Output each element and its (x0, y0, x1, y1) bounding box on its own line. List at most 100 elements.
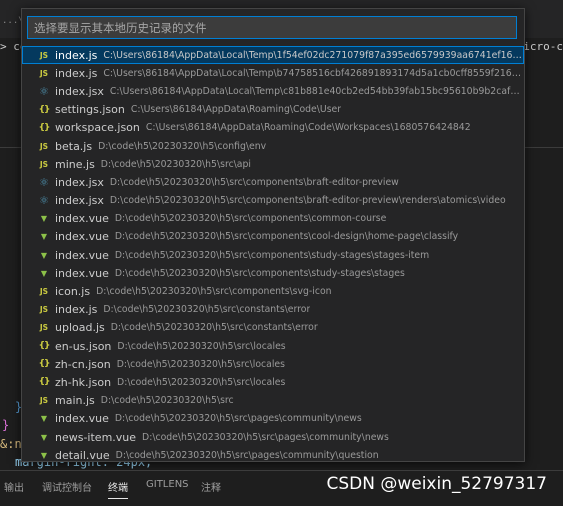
file-path: C:\Users\86184\AppData\Roaming\Code\User (130, 104, 342, 116)
file-name: settings.json (55, 103, 125, 117)
json-icon: {} (38, 104, 51, 115)
file-path: D:\code\h5\20230320\h5\src\components\co… (114, 231, 459, 243)
file-list-item[interactable]: ▼ news-item.vue D:\code\h5\20230320\h5\src… (22, 428, 524, 446)
file-list-item[interactable]: JS upload.js D:\code\h5\20230320\h5\src\co… (22, 319, 524, 337)
file-path: D:\code\h5\20230320\h5\config\env (98, 140, 267, 152)
file-list-item[interactable]: ▼ detail.vue D:\code\h5\20230320\h5\src\pa… (22, 446, 524, 462)
file-name: mine.js (55, 157, 95, 171)
file-name: index.vue (55, 412, 109, 426)
file-path: D:\code\h5\20230320\h5\src\constants\err… (103, 304, 311, 316)
file-path: C:\Users\86184\AppData\Roaming\Code\Work… (145, 122, 471, 134)
vue-icon: ▼ (40, 268, 48, 278)
file-list-item[interactable]: ▼ index.vue D:\code\h5\20230320\h5\src\com… (22, 210, 524, 228)
js-icon: JS (39, 141, 49, 151)
file-name: index.vue (55, 212, 109, 226)
react-icon: ⚛ (39, 84, 49, 98)
tab-terminal[interactable]: 终端 (108, 479, 128, 499)
tab-debug-console[interactable]: 调试控制台 (42, 479, 92, 494)
file-name: index.js (55, 48, 98, 62)
file-path: C:\Users\86184\AppData\Local\Temp\1f54ef… (103, 49, 524, 61)
file-path: D:\code\h5\20230320\h5\src\components\st… (114, 249, 430, 261)
js-icon: JS (39, 50, 49, 60)
file-list-item[interactable]: JS index.js C:\Users\86184\AppData\Local\T… (22, 46, 524, 65)
file-list-item[interactable]: JS index.js C:\Users\86184\AppData\Local\T… (22, 64, 524, 82)
file-path: D:\code\h5\20230320\h5\src\locales (117, 340, 286, 352)
file-list: JS index.js C:\Users\86184\AppData\Local\T… (22, 46, 524, 462)
file-name: index.js (55, 303, 98, 317)
file-list-item[interactable]: ⚛ index.jsx D:\code\h5\20230320\h5\src\com… (22, 192, 524, 210)
file-path: D:\code\h5\20230320\h5\src\components\br… (109, 195, 506, 207)
file-path: D:\code\h5\20230320\h5\src\components\sv… (96, 286, 332, 298)
file-search-input[interactable] (27, 16, 517, 39)
file-path: D:\code\h5\20230320\h5\src\api (100, 158, 251, 170)
file-name: index.vue (55, 266, 109, 280)
file-path: C:\Users\86184\AppData\Local\Temp\b74758… (103, 67, 524, 79)
file-list-item[interactable]: ▼ index.vue D:\code\h5\20230320\h5\src\com… (22, 228, 524, 246)
file-list-item[interactable]: ▼ index.vue D:\code\h5\20230320\h5\src\com… (22, 264, 524, 282)
file-list-item[interactable]: {} zh-hk.json D:\code\h5\20230320\h5\src\l… (22, 373, 524, 391)
watermark: CSDN @weixin_52797317 (326, 474, 547, 494)
local-history-quick-pick: JS index.js C:\Users\86184\AppData\Local\T… (21, 8, 525, 462)
vue-icon: ▼ (40, 450, 48, 460)
vue-icon: ▼ (40, 414, 48, 424)
file-name: index.vue (55, 248, 109, 262)
file-name: index.jsx (55, 194, 104, 208)
vue-icon: ▼ (40, 232, 48, 242)
file-name: main.js (55, 394, 95, 408)
file-path: D:\code\h5\20230320\h5\src\components\co… (114, 213, 387, 225)
file-name: index.jsx (55, 84, 104, 98)
json-icon: {} (38, 359, 51, 370)
file-list-item[interactable]: {} zh-cn.json D:\code\h5\20230320\h5\src\l… (22, 355, 524, 373)
json-icon: {} (38, 341, 51, 352)
json-icon: {} (38, 377, 51, 388)
vue-icon: ▼ (40, 432, 48, 442)
js-icon: JS (39, 159, 49, 169)
file-list-item[interactable]: JS icon.js D:\code\h5\20230320\h5\src\comp… (22, 282, 524, 300)
file-list-item[interactable]: ▼ index.vue D:\code\h5\20230320\h5\src\com… (22, 246, 524, 264)
file-name: detail.vue (55, 448, 110, 462)
file-list-item[interactable]: {} workspace.json C:\Users\86184\AppData\R… (22, 119, 524, 137)
file-name: index.vue (55, 230, 109, 244)
vue-icon: ▼ (40, 214, 48, 224)
file-list-item[interactable]: JS mine.js D:\code\h5\20230320\h5\src\api (22, 155, 524, 173)
file-path: D:\code\h5\20230320\h5\src\components\br… (109, 176, 399, 188)
file-list-item[interactable]: JS main.js D:\code\h5\20230320\h5\src (22, 392, 524, 410)
js-icon: JS (39, 396, 49, 406)
file-name: news-item.vue (55, 430, 137, 444)
file-name: beta.js (55, 139, 93, 153)
file-name: zh-cn.json (55, 357, 111, 371)
code-fragment: &:n (0, 437, 22, 451)
js-icon: JS (39, 68, 49, 78)
file-name: zh-hk.json (55, 375, 112, 389)
file-path: D:\code\h5\20230320\h5\src\pages\communi… (114, 413, 362, 425)
react-icon: ⚛ (39, 194, 49, 208)
file-path: C:\Users\86184\AppData\Local\Temp\c81b88… (109, 85, 524, 97)
file-path: D:\code\h5\20230320\h5\src\constants\err… (110, 322, 318, 334)
file-list-item[interactable]: {} settings.json C:\Users\86184\AppData\Ro… (22, 101, 524, 119)
file-path: D:\code\h5\20230320\h5\src\components\st… (114, 267, 405, 279)
vue-icon: ▼ (40, 250, 48, 260)
js-icon: JS (39, 287, 49, 297)
file-path: D:\code\h5\20230320\h5\src\pages\communi… (142, 431, 389, 443)
js-icon: JS (39, 305, 49, 315)
file-name: index.jsx (55, 175, 104, 189)
file-name: index.js (55, 66, 98, 80)
code-fragment: } (2, 418, 10, 432)
tab-comments[interactable]: 注释 (201, 479, 221, 494)
file-name: workspace.json (55, 121, 140, 135)
file-list-item[interactable]: ▼ index.vue D:\code\h5\20230320\h5\src\pag… (22, 410, 524, 428)
file-list-item[interactable]: JS beta.js D:\code\h5\20230320\h5\config\e… (22, 137, 524, 155)
file-path: D:\code\h5\20230320\h5\src (100, 395, 234, 407)
file-path: D:\code\h5\20230320\h5\src\locales (117, 376, 286, 388)
file-path: D:\code\h5\20230320\h5\src\locales (116, 358, 285, 370)
file-name: upload.js (55, 321, 105, 335)
file-list-item[interactable]: ⚛ index.jsx C:\Users\86184\AppData\Local\T… (22, 82, 524, 100)
tab-output[interactable]: 输出 (4, 479, 24, 494)
js-icon: JS (39, 323, 49, 333)
file-list-item[interactable]: JS index.js D:\code\h5\20230320\h5\src\con… (22, 301, 524, 319)
file-list-item[interactable]: {} en-us.json D:\code\h5\20230320\h5\src\l… (22, 337, 524, 355)
file-name: en-us.json (55, 339, 112, 353)
json-icon: {} (38, 122, 51, 133)
file-list-item[interactable]: ⚛ index.jsx D:\code\h5\20230320\h5\src\com… (22, 173, 524, 191)
tab-gitlens[interactable]: GITLENS (146, 479, 189, 490)
